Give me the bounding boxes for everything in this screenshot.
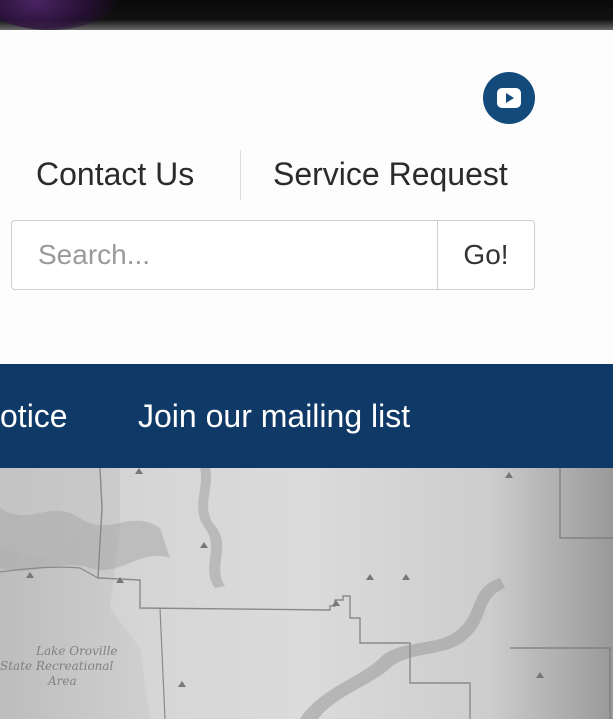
top-decorative-band: [0, 0, 613, 30]
map-label-state-recreational: State Recreational: [0, 659, 114, 673]
youtube-link[interactable]: [483, 72, 535, 124]
main-navigation: otice Join our mailing list: [0, 364, 613, 468]
map-banner: Lake Oroville State Recreational Area: [0, 468, 613, 719]
utility-links: Contact Us Service Request: [0, 150, 613, 200]
map-graphic: [0, 468, 613, 719]
link-divider: [240, 150, 241, 200]
nav-item-notice[interactable]: otice: [0, 364, 68, 468]
search-go-button[interactable]: Go!: [437, 220, 535, 290]
map-label-lake-oroville: Lake Oroville: [36, 644, 118, 658]
youtube-icon: [497, 88, 521, 108]
contact-us-link[interactable]: Contact Us: [36, 150, 194, 200]
decorative-swoosh: [0, 0, 120, 30]
service-request-link[interactable]: Service Request: [273, 150, 508, 200]
map-label-area: Area: [48, 674, 77, 688]
search-form: Go!: [11, 220, 535, 290]
search-input[interactable]: [11, 220, 437, 290]
nav-item-mailing-list[interactable]: Join our mailing list: [138, 364, 410, 468]
